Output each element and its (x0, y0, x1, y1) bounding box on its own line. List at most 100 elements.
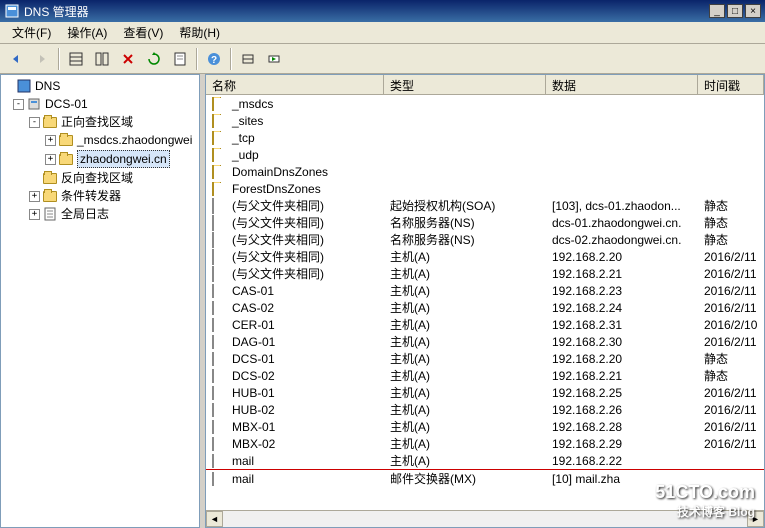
list-row[interactable]: (与父文件夹相同)名称服务器(NS)dcs-02.zhaodongwei.cn.… (206, 231, 764, 248)
tree-cond-fwd[interactable]: +条件转发器 (3, 187, 197, 205)
list-row[interactable]: DCS-01主机(A)192.168.2.20静态 (206, 350, 764, 367)
row-name: DomainDnsZones (232, 165, 328, 179)
scroll-right-button[interactable]: ► (747, 511, 764, 527)
row-data: dcs-02.zhaodongwei.cn. (546, 233, 698, 247)
row-type: 主机(A) (384, 384, 546, 401)
list-row[interactable]: _msdcs (206, 95, 764, 112)
record-icon (212, 420, 228, 434)
row-name: _msdcs (232, 97, 273, 111)
row-name: DCS-02 (232, 369, 275, 383)
filter-button[interactable] (236, 47, 260, 71)
tree-fwd-zones[interactable]: -正向查找区域 (3, 113, 197, 131)
rows-container[interactable]: _msdcs _sites_tcp _udp DomainDnsZones Forest… (206, 95, 764, 510)
scroll-left-button[interactable]: ◄ (206, 511, 223, 527)
list-row[interactable]: (与父文件夹相同)名称服务器(NS)dcs-01.zhaodongwei.cn.… (206, 214, 764, 231)
list-row[interactable]: ForestDnsZones (206, 180, 764, 197)
folder-icon (212, 165, 228, 179)
list-row[interactable]: mail主机(A)192.168.2.22 (206, 452, 764, 469)
row-time: 2016/2/11 (698, 420, 764, 434)
row-time: 静态 (698, 367, 764, 384)
list-pane: 名称 类型 数据 时间戳 _msdcs _sites_tcp _udp DomainD… (205, 74, 765, 528)
col-time[interactable]: 时间戳 (698, 75, 764, 94)
tree-server[interactable]: -DCS-01 (3, 95, 197, 113)
list-row[interactable]: _tcp (206, 129, 764, 146)
menu-view[interactable]: 查看(V) (115, 22, 171, 43)
list-row[interactable]: HUB-01主机(A)192.168.2.252016/2/11 (206, 384, 764, 401)
list-row[interactable]: _sites (206, 112, 764, 129)
row-data: 192.168.2.21 (546, 267, 698, 281)
scroll-track[interactable] (223, 511, 747, 527)
list-row[interactable]: DCS-02主机(A)192.168.2.21静态 (206, 367, 764, 384)
separator (196, 48, 198, 70)
folder-icon (42, 170, 58, 186)
row-time: 2016/2/11 (698, 437, 764, 451)
row-time: 2016/2/11 (698, 284, 764, 298)
h-scrollbar[interactable]: ◄ ► (206, 510, 764, 527)
row-name: ForestDnsZones (232, 182, 321, 196)
list-row[interactable]: DomainDnsZones (206, 163, 764, 180)
minimize-button[interactable]: _ (709, 4, 725, 18)
menu-help[interactable]: 帮助(H) (171, 22, 228, 43)
row-data: 192.168.2.24 (546, 301, 698, 315)
list-row[interactable]: mail邮件交换器(MX)[10] mail.zha (206, 470, 764, 487)
record-icon (212, 403, 228, 417)
tool-details[interactable] (64, 47, 88, 71)
tree-zone-main[interactable]: +zhaodongwei.cn (3, 149, 197, 169)
list-row[interactable]: (与父文件夹相同)主机(A)192.168.2.212016/2/11 (206, 265, 764, 282)
record-icon (212, 335, 228, 349)
help-button[interactable]: ? (202, 47, 226, 71)
tree-zone-msdcs[interactable]: +_msdcs.zhaodongwei (3, 131, 197, 149)
properties-button[interactable] (168, 47, 192, 71)
folder-icon (212, 114, 228, 128)
run-button[interactable] (262, 47, 286, 71)
row-data: 192.168.2.31 (546, 318, 698, 332)
row-name: (与父文件夹相同) (232, 231, 324, 248)
tree-pane[interactable]: DNS -DCS-01 -正向查找区域 +_msdcs.zhaodongwei … (0, 74, 200, 528)
row-data: 192.168.2.21 (546, 369, 698, 383)
list-row[interactable]: CAS-02主机(A)192.168.2.242016/2/11 (206, 299, 764, 316)
menu-action[interactable]: 操作(A) (59, 22, 115, 43)
row-type: 主机(A) (384, 299, 546, 316)
list-row[interactable]: MBX-01主机(A)192.168.2.282016/2/11 (206, 418, 764, 435)
row-name: HUB-01 (232, 386, 275, 400)
menu-file[interactable]: 文件(F) (4, 22, 59, 43)
list-row[interactable]: CER-01主机(A)192.168.2.312016/2/10 (206, 316, 764, 333)
list-row[interactable]: _udp (206, 146, 764, 163)
tree-rev-zones[interactable]: 反向查找区域 (3, 169, 197, 187)
tree-root-dns[interactable]: DNS (3, 77, 197, 95)
list-row[interactable]: (与父文件夹相同)起始授权机构(SOA)[103], dcs-01.zhaodo… (206, 197, 764, 214)
refresh-button[interactable] (142, 47, 166, 71)
record-icon (212, 369, 228, 383)
row-time: 2016/2/11 (698, 301, 764, 315)
menubar: 文件(F) 操作(A) 查看(V) 帮助(H) (0, 22, 765, 44)
dns-icon (16, 78, 32, 94)
delete-button[interactable] (116, 47, 140, 71)
row-data: 192.168.2.25 (546, 386, 698, 400)
maximize-button[interactable]: □ (727, 4, 743, 18)
row-name: CER-01 (232, 318, 275, 332)
row-type: 主机(A) (384, 282, 546, 299)
col-data[interactable]: 数据 (546, 75, 698, 94)
close-button[interactable]: × (745, 4, 761, 18)
list-row[interactable]: DAG-01主机(A)192.168.2.302016/2/11 (206, 333, 764, 350)
row-name: (与父文件夹相同) (232, 248, 324, 265)
col-type[interactable]: 类型 (384, 75, 546, 94)
forward-button[interactable] (30, 47, 54, 71)
list-row[interactable]: (与父文件夹相同)主机(A)192.168.2.202016/2/11 (206, 248, 764, 265)
record-icon (212, 454, 228, 468)
tree-global-log[interactable]: +全局日志 (3, 205, 197, 223)
record-icon (212, 267, 228, 281)
row-name: _sites (232, 114, 263, 128)
row-type: 主机(A) (384, 265, 546, 282)
row-name: DCS-01 (232, 352, 275, 366)
list-row[interactable]: CAS-01主机(A)192.168.2.232016/2/11 (206, 282, 764, 299)
col-name[interactable]: 名称 (206, 75, 384, 94)
row-name: MBX-02 (232, 437, 275, 451)
back-button[interactable] (4, 47, 28, 71)
record-icon (212, 318, 228, 332)
row-type: 主机(A) (384, 350, 546, 367)
row-name: _udp (232, 148, 259, 162)
list-row[interactable]: MBX-02主机(A)192.168.2.292016/2/11 (206, 435, 764, 452)
list-row[interactable]: HUB-02主机(A)192.168.2.262016/2/11 (206, 401, 764, 418)
tool-split[interactable] (90, 47, 114, 71)
